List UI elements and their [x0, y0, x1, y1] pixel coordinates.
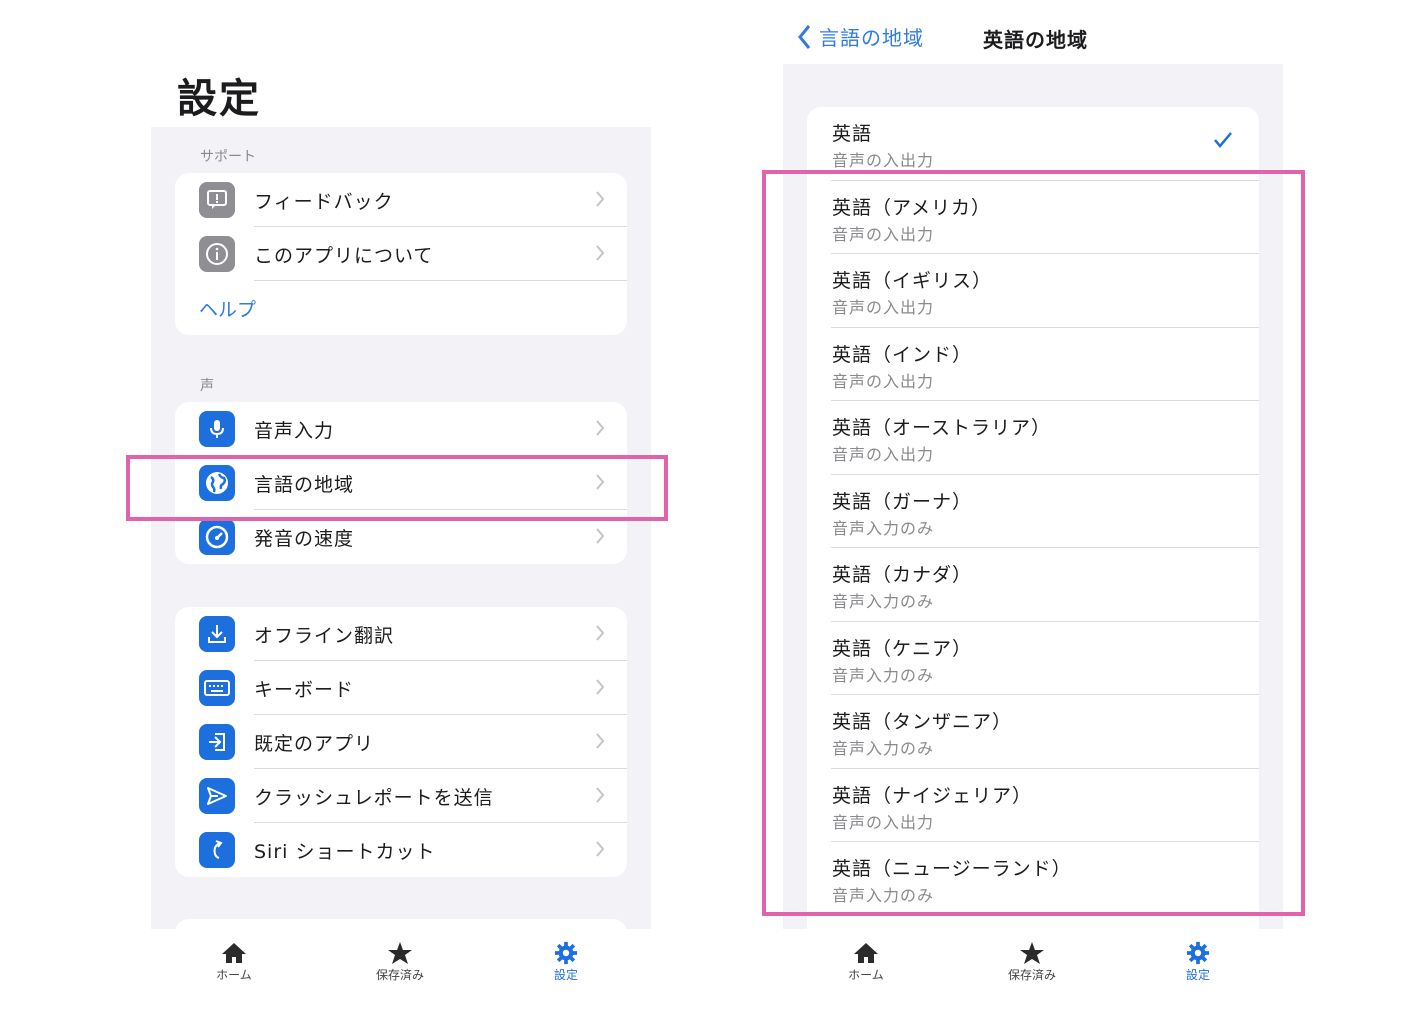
- page-title: 設定: [177, 76, 261, 122]
- keyboard-row[interactable]: キーボード: [175, 661, 627, 715]
- chevron-right-icon: [596, 733, 605, 749]
- gear-icon: [554, 941, 578, 965]
- help-row[interactable]: ヘルプ: [175, 281, 627, 335]
- shortcut-arrow-icon: [199, 832, 235, 868]
- voice-input-row[interactable]: 音声入力: [175, 402, 627, 456]
- speedometer-icon: [199, 519, 235, 555]
- download-icon: [199, 616, 235, 652]
- support-group: フィードバック このアプリについて ヘルプ: [175, 173, 627, 335]
- home-icon: [854, 943, 878, 963]
- crash-report-label: クラッシュレポートを送信: [254, 786, 494, 809]
- crash-report-row[interactable]: クラッシュレポートを送信: [175, 769, 627, 823]
- chevron-right-icon: [596, 420, 605, 436]
- tab-home-label: ホーム: [848, 968, 884, 982]
- speech-rate-label: 発音の速度: [254, 527, 355, 550]
- star-icon: [388, 942, 412, 964]
- siri-shortcuts-row[interactable]: Siri ショートカット: [175, 823, 627, 877]
- enter-icon: [199, 724, 235, 760]
- chevron-right-icon: [596, 841, 605, 857]
- tab-saved[interactable]: 保存済み: [992, 941, 1072, 983]
- tab-settings-label: 設定: [1185, 968, 1210, 982]
- offline-translation-row[interactable]: オフライン翻訳: [175, 607, 627, 661]
- feedback-icon: [199, 182, 235, 218]
- default-apps-label: 既定のアプリ: [254, 732, 375, 755]
- tab-home-label: ホーム: [216, 968, 252, 982]
- tab-saved-label: 保存済み: [375, 968, 424, 982]
- help-link[interactable]: ヘルプ: [199, 295, 256, 322]
- chevron-right-icon: [596, 625, 605, 641]
- tab-bar: ホーム 保存済み 設定: [783, 929, 1283, 1016]
- language-support: 音声の入出力: [832, 151, 935, 170]
- tab-settings[interactable]: 設定: [1158, 941, 1238, 983]
- highlight-box-english-variants: [762, 170, 1305, 916]
- tab-home[interactable]: ホーム: [826, 941, 906, 983]
- star-icon: [1020, 942, 1044, 964]
- default-apps-row[interactable]: 既定のアプリ: [175, 715, 627, 769]
- back-button[interactable]: 言語の地域: [797, 22, 924, 51]
- chevron-right-icon: [596, 245, 605, 261]
- section-header-voice: 声: [200, 378, 214, 394]
- chevron-right-icon: [596, 679, 605, 695]
- keyboard-icon: [199, 670, 235, 706]
- tab-saved-label: 保存済み: [1007, 968, 1056, 982]
- checkmark-icon: [1214, 132, 1232, 148]
- nav-title: 英語の地域: [983, 28, 1088, 52]
- about-label: このアプリについて: [254, 244, 434, 267]
- offline-translation-label: オフライン翻訳: [254, 624, 395, 647]
- home-icon: [222, 943, 246, 963]
- tab-home[interactable]: ホーム: [194, 941, 274, 983]
- keyboard-label: キーボード: [254, 678, 355, 701]
- siri-shortcuts-label: Siri ショートカット: [254, 840, 436, 863]
- feedback-row[interactable]: フィードバック: [175, 173, 627, 227]
- section-header-support: サポート: [200, 149, 256, 165]
- send-icon: [199, 778, 235, 814]
- next-group-peek: [175, 919, 627, 929]
- settings-list: サポート フィードバック このアプリについて ヘルプ 声 音声入力 言語の地域 …: [151, 127, 651, 929]
- gear-icon: [1186, 941, 1210, 965]
- other-settings-group: オフライン翻訳 キーボード 既定のアプリ クラッシュレポートを送信 Siri シ…: [175, 607, 627, 877]
- chevron-right-icon: [596, 787, 605, 803]
- tab-settings[interactable]: 設定: [526, 941, 606, 983]
- highlight-box-language-region: [126, 455, 668, 521]
- microphone-icon: [199, 411, 235, 447]
- chevron-right-icon: [596, 528, 605, 544]
- info-icon: [199, 236, 235, 272]
- chevron-left-icon: [798, 24, 811, 49]
- tab-saved[interactable]: 保存済み: [360, 941, 440, 983]
- chevron-right-icon: [596, 191, 605, 207]
- voice-input-label: 音声入力: [254, 419, 335, 442]
- feedback-label: フィードバック: [254, 190, 394, 213]
- tab-settings-label: 設定: [553, 968, 578, 982]
- tab-bar: ホーム 保存済み 設定: [151, 929, 651, 1016]
- language-name: 英語: [832, 123, 873, 145]
- back-label: 言語の地域: [819, 26, 924, 50]
- about-row[interactable]: このアプリについて: [175, 227, 627, 281]
